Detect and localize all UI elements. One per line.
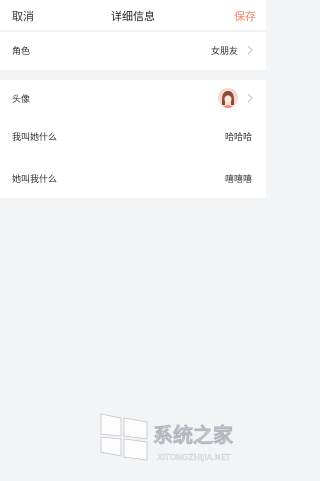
- details-section: 头像 我叫她什么 哈哈哈 她叫我什么 嘻嘻嘻: [0, 80, 266, 198]
- she-calls-me-label: 她叫我什么: [12, 175, 58, 185]
- girl-avatar-icon: [218, 88, 238, 108]
- top-bar: 取消 详细信息 保存: [0, 0, 266, 30]
- avatar-row[interactable]: 头像: [0, 80, 266, 118]
- call-her-row[interactable]: 我叫她什么 哈哈哈: [0, 118, 266, 156]
- role-row[interactable]: 角色 女朋友: [0, 32, 266, 70]
- watermark-logo: 系统之家 XITONGZHIJIA.NET: [100, 413, 234, 462]
- watermark-url: XITONGZHIJIA.NET: [157, 453, 231, 462]
- watermark-text: 系统之家: [153, 423, 234, 447]
- avatar-label: 头像: [12, 95, 31, 105]
- role-section: 角色 女朋友: [0, 32, 266, 70]
- role-value: 女朋友: [210, 47, 238, 57]
- she-calls-me-value[interactable]: 嘻嘻嘻: [225, 172, 252, 185]
- save-button[interactable]: 保存: [234, 8, 256, 24]
- chevron-right-icon: [247, 45, 253, 55]
- role-label: 角色: [12, 47, 31, 57]
- call-her-value[interactable]: 哈哈哈: [225, 130, 252, 143]
- page-title: 详细信息: [111, 10, 155, 23]
- call-her-label: 我叫她什么: [12, 133, 58, 143]
- she-calls-me-row[interactable]: 她叫我什么 嘻嘻嘻: [0, 156, 266, 198]
- chevron-right-icon: [247, 93, 253, 103]
- avatar: [218, 88, 238, 108]
